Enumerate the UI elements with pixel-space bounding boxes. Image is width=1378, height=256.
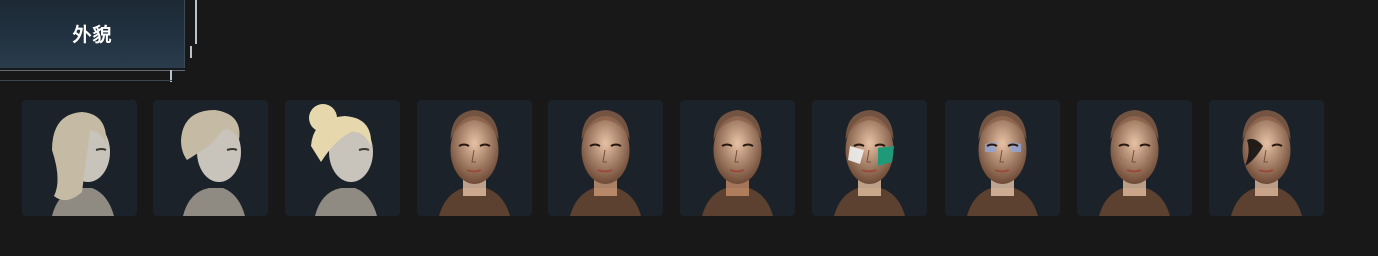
face-option-card[interactable]: [1209, 100, 1324, 216]
face-portrait-icon: [439, 110, 510, 216]
hair-portrait-icon: [309, 104, 377, 216]
face-option-card[interactable]: [945, 100, 1060, 216]
appearance-tab[interactable]: 外貌: [0, 0, 185, 68]
face-option-card[interactable]: [1077, 100, 1192, 216]
face-option-card[interactable]: [680, 100, 795, 216]
face-option-card[interactable]: [548, 100, 663, 216]
face-portrait-icon: [570, 110, 641, 216]
frame-decoration: [0, 80, 172, 81]
face-portrait-icon: [1231, 110, 1302, 216]
face-portrait-icon: [702, 110, 773, 216]
frame-decoration: [190, 46, 192, 58]
face-portrait-icon: [1099, 110, 1170, 216]
face-option-card[interactable]: [812, 100, 927, 216]
tab-title: 外貌: [72, 24, 113, 46]
face-option-card[interactable]: [417, 100, 532, 216]
face-portrait-icon: [834, 110, 905, 216]
hair-option-card[interactable]: [22, 100, 137, 216]
face-portrait-icon: [967, 110, 1038, 216]
frame-decoration: [195, 0, 197, 44]
hair-portrait-icon: [52, 112, 114, 216]
hair-option-card[interactable]: [153, 100, 268, 216]
hair-portrait-icon: [181, 110, 245, 216]
hair-option-card[interactable]: [285, 100, 400, 216]
frame-decoration: [0, 70, 185, 71]
